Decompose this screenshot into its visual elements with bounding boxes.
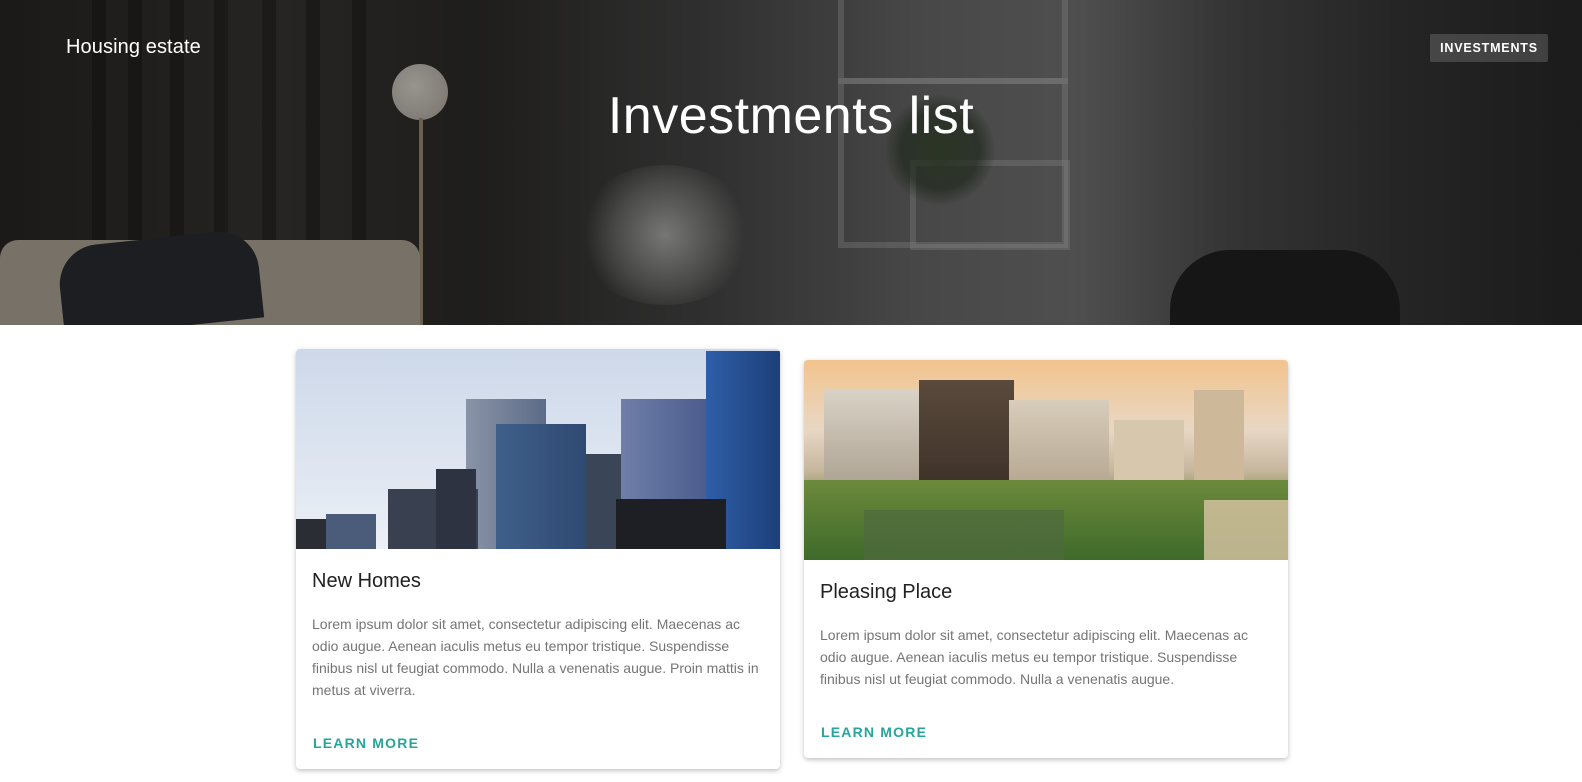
card-title: Pleasing Place <box>820 581 953 603</box>
investment-card-new-homes: New Homes Lorem ipsum dolor sit amet, co… <box>296 349 780 769</box>
learn-more-link[interactable]: LEARN MORE <box>313 735 419 751</box>
card-description: Lorem ipsum dolor sit amet, consectetur … <box>312 616 759 698</box>
card-image-residential-park <box>804 360 1288 560</box>
investment-card-pleasing-place: Pleasing Place Lorem ipsum dolor sit ame… <box>804 360 1288 758</box>
page-title: Investments list <box>607 87 975 145</box>
nav-investments-button[interactable]: INVESTMENTS <box>1430 34 1548 62</box>
learn-more-link[interactable]: LEARN MORE <box>821 724 927 740</box>
hero-banner <box>0 0 1582 325</box>
card-image-city-towers <box>296 349 780 549</box>
card-title: New Homes <box>312 570 421 592</box>
brand-logo-text[interactable]: Housing estate <box>66 36 201 59</box>
card-description: Lorem ipsum dolor sit amet, consectetur … <box>820 627 1248 687</box>
